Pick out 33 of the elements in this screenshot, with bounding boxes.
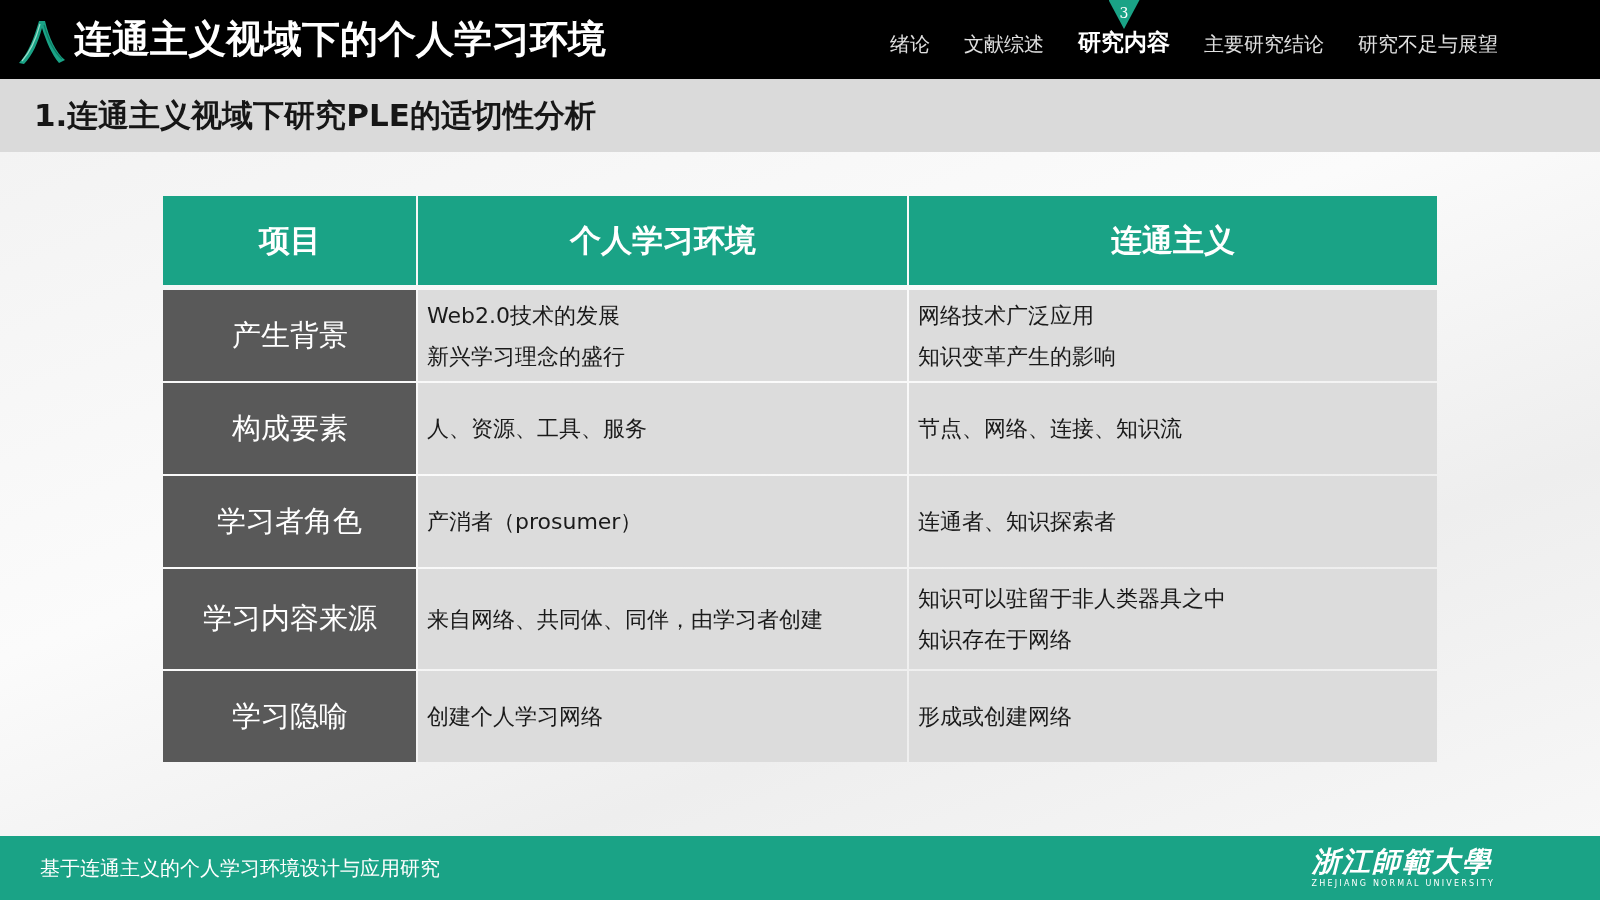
row-header: 学习内容来源	[163, 569, 416, 669]
nav-tab[interactable]: 主要研究结论	[1202, 32, 1326, 56]
row-header: 学习隐喻	[163, 671, 416, 762]
section-number-badge: 3	[1108, 0, 1140, 29]
nav-tab[interactable]: 绪论	[888, 32, 932, 56]
logo-icon	[18, 19, 66, 64]
column-header: 项目	[163, 196, 416, 285]
nav-tab[interactable]: 研究不足与展望	[1356, 32, 1500, 56]
cell-text: 形成或创建网络	[918, 703, 1072, 731]
cell-text: 创建个人学习网络	[427, 703, 603, 731]
cell-text: 新兴学习理念的盛行	[427, 342, 625, 371]
row-header: 构成要素	[163, 383, 416, 474]
row-header: 产生背景	[163, 290, 416, 381]
nav-tab[interactable]: 文献综述	[962, 32, 1046, 56]
cell-text: 知识可以驻留于非人类器具之中	[918, 585, 1226, 613]
row-header: 学习者角色	[163, 476, 416, 567]
cell-text: 连通者、知识探索者	[918, 508, 1116, 536]
cell-text: 来自网络、共同体、同伴，由学习者创建	[427, 605, 823, 634]
university-name: 浙江師範大學	[1311, 846, 1492, 878]
cell-text: 产消者（prosumer）	[427, 508, 643, 536]
cell-text: 人、资源、工具、服务	[427, 415, 647, 443]
slide-title: 连通主义视域下的个人学习环境	[74, 16, 606, 63]
column-header: 连通主义	[909, 196, 1437, 285]
cell-text: 知识变革产生的影响	[918, 342, 1116, 371]
column-header: 个人学习环境	[418, 196, 907, 285]
cell-text: 知识存在于网络	[918, 626, 1072, 654]
section-heading: 1.连通主义视域下研究PLE的适切性分析	[34, 95, 596, 135]
cell-text: 网络技术广泛应用	[918, 301, 1094, 330]
cell-text: 节点、网络、连接、知识流	[918, 415, 1182, 443]
nav-tab[interactable]: 研究内容	[1076, 30, 1172, 54]
footer-text: 基于连通主义的个人学习环境设计与应用研究	[40, 854, 440, 882]
cell-text: Web2.0技术的发展	[427, 301, 620, 330]
university-name-english: ZHEJIANG NORMAL UNIVERSITY	[1311, 878, 1495, 890]
